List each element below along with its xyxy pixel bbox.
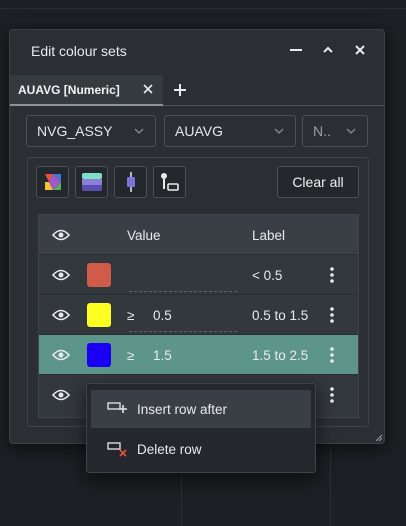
threshold-button[interactable]: [153, 166, 186, 198]
row-value[interactable]: 1.5: [153, 335, 172, 375]
table-row[interactable]: ≥ 0.5 0.5 to 1.5: [39, 295, 358, 335]
palette-button[interactable]: [36, 166, 69, 198]
value-field-underline: [129, 331, 237, 332]
chevron-up-icon: [323, 46, 333, 53]
chevron-down-icon: [274, 128, 284, 135]
dialog-title: Edit colour sets: [31, 43, 127, 59]
row-label[interactable]: 1.5 to 2.5: [252, 335, 308, 375]
palette-icon: [44, 174, 61, 190]
tab-bar: AUAVG [Numeric]: [10, 75, 384, 106]
field-dropdown-value: AUAVG: [175, 123, 223, 139]
minimize-button[interactable]: [286, 40, 306, 60]
delete-row-label: Delete row: [137, 441, 202, 457]
table-row[interactable]: < 0.5: [39, 255, 358, 295]
field-dropdown[interactable]: AUAVG: [164, 115, 296, 147]
more-options-icon[interactable]: [325, 335, 339, 375]
range-slider-icon: [126, 172, 135, 192]
tab-label: AUAVG [Numeric]: [18, 82, 120, 97]
clear-all-button[interactable]: Clear all: [277, 166, 359, 198]
table-dropdown-value: NVG_ASSY: [37, 123, 113, 139]
row-context-menu: Insert row after Delete row: [86, 383, 316, 473]
close-icon: [355, 45, 365, 55]
more-options-icon[interactable]: [325, 295, 339, 335]
colour-swatch[interactable]: [87, 343, 111, 367]
more-options-icon[interactable]: [325, 375, 339, 415]
collapse-button[interactable]: [318, 40, 338, 60]
type-dropdown[interactable]: N..: [302, 115, 368, 147]
eye-icon[interactable]: [51, 335, 71, 375]
threshold-icon: [160, 173, 179, 191]
eye-icon[interactable]: [51, 375, 71, 415]
tab-close-icon[interactable]: [141, 82, 155, 96]
table-row-selected[interactable]: ≥ 1.5 1.5 to 2.5: [39, 335, 358, 375]
type-dropdown-value: N..: [313, 123, 331, 139]
visibility-header-icon[interactable]: [51, 215, 71, 255]
row-label[interactable]: 0.5 to 1.5: [252, 295, 308, 335]
minimize-icon: [290, 49, 302, 51]
row-label[interactable]: < 0.5: [252, 255, 282, 295]
insert-row-icon: [107, 402, 127, 413]
eye-icon[interactable]: [51, 255, 71, 295]
colour-swatch[interactable]: [87, 263, 111, 287]
range-button[interactable]: [114, 166, 147, 198]
close-button[interactable]: [350, 40, 370, 60]
gradient-icon: [81, 173, 102, 191]
row-operator: ≥: [127, 307, 135, 323]
resize-handle-icon[interactable]: [375, 434, 383, 442]
more-options-icon[interactable]: [325, 255, 339, 295]
insert-row-after-item[interactable]: Insert row after: [91, 390, 311, 428]
gradient-button[interactable]: [75, 166, 108, 198]
delete-row-item[interactable]: Delete row: [91, 430, 311, 468]
plus-icon: [174, 84, 186, 96]
insert-row-label: Insert row after: [137, 401, 228, 417]
table-dropdown[interactable]: NVG_ASSY: [26, 115, 156, 147]
row-operator: ≥: [127, 347, 135, 363]
edit-colour-sets-dialog: Edit colour sets AUAVG [Numeric] NVG_ASS…: [9, 29, 385, 444]
delete-row-icon: [107, 442, 127, 457]
table-header: Value Label: [39, 215, 358, 255]
label-column-header: Label: [252, 227, 286, 243]
background-grid-line: [330, 444, 331, 526]
chevron-down-icon: [346, 128, 356, 135]
colour-swatch[interactable]: [87, 303, 111, 327]
eye-icon[interactable]: [51, 295, 71, 335]
row-value[interactable]: 0.5: [153, 295, 172, 335]
tab-auavg[interactable]: AUAVG [Numeric]: [10, 75, 163, 106]
add-tab-button[interactable]: [170, 80, 190, 100]
dialog-titlebar[interactable]: Edit colour sets: [10, 30, 384, 72]
value-column-header: Value: [127, 227, 161, 243]
value-field-underline: [129, 291, 237, 292]
background-grid-line: [0, 8, 406, 9]
chevron-down-icon: [134, 128, 144, 135]
